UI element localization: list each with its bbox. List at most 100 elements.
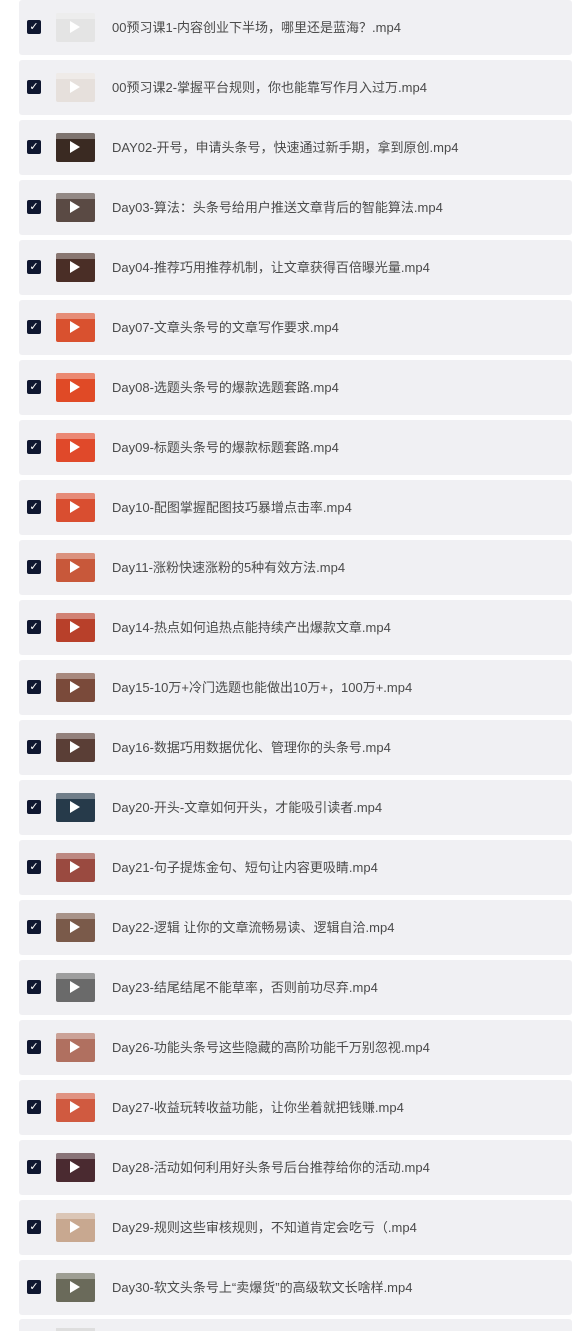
video-thumbnail[interactable] [56, 13, 95, 42]
checkbox-checked[interactable]: ✓ [27, 260, 41, 274]
file-name: Day26-功能头条号这些隐藏的高阶功能千万别忽视.mp4 [112, 1040, 430, 1055]
file-row[interactable]: ✓ Day20-开头-文章如何开头，才能吸引读者.mp4 [19, 780, 572, 835]
file-row[interactable]: ✓ Day07-文章头条号的文章写作要求.mp4 [19, 300, 572, 355]
thumbnail-header-strip [56, 193, 95, 199]
checkbox-checked[interactable]: ✓ [27, 680, 41, 694]
thumbnail-header-strip [56, 373, 95, 379]
video-thumbnail[interactable] [56, 613, 95, 642]
file-name: Day22-逻辑 让你的文章流畅易读、逻辑自洽.mp4 [112, 920, 395, 935]
video-thumbnail[interactable] [56, 973, 95, 1002]
file-name: DAY02-开号，申请头条号，快速通过新手期，拿到原创.mp4 [112, 140, 459, 155]
file-row[interactable]: ✓ Day03-算法：头条号给用户推送文章背后的智能算法.mp4 [19, 180, 572, 235]
thumbnail-header-strip [56, 73, 95, 79]
file-row[interactable]: ✓ Day28-活动如何利用好头条号后台推荐给你的活动.mp4 [19, 1140, 572, 1195]
file-row[interactable]: ✓ Day23-结尾结尾不能草率，否则前功尽弃.mp4 [19, 960, 572, 1015]
video-thumbnail[interactable] [56, 1153, 95, 1182]
checkbox-checked[interactable]: ✓ [27, 860, 41, 874]
thumbnail-header-strip [56, 133, 95, 139]
video-thumbnail[interactable] [56, 853, 95, 882]
checkbox-checked[interactable]: ✓ [27, 740, 41, 754]
file-row[interactable]: ✓ Day16-数据巧用数据优化、管理你的头条号.mp4 [19, 720, 572, 775]
file-row-partial[interactable] [19, 1319, 572, 1331]
file-row[interactable]: ✓ Day29-规则这些审核规则，不知道肯定会吃亏（.mp4 [19, 1200, 572, 1255]
file-row[interactable]: ✓ Day11-涨粉快速涨粉的5种有效方法.mp4 [19, 540, 572, 595]
video-thumbnail[interactable] [56, 193, 95, 222]
checkbox-checked[interactable]: ✓ [27, 1160, 41, 1174]
play-icon [70, 1281, 80, 1293]
play-icon [70, 861, 80, 873]
file-row[interactable]: ✓ DAY02-开号，申请头条号，快速通过新手期，拿到原创.mp4 [19, 120, 572, 175]
checkbox-checked[interactable]: ✓ [27, 140, 41, 154]
video-thumbnail[interactable] [56, 1273, 95, 1302]
file-row[interactable]: ✓ Day30-软文头条号上“卖爆货”的高级软文长啥样.mp4 [19, 1260, 572, 1315]
file-name: Day08-选题头条号的爆款选题套路.mp4 [112, 380, 339, 395]
file-row[interactable]: ✓ Day14-热点如何追热点能持续产出爆款文章.mp4 [19, 600, 572, 655]
file-row[interactable]: ✓ 00预习课2-掌握平台规则，你也能靠写作月入过万.mp4 [19, 60, 572, 115]
file-name: Day09-标题头条号的爆款标题套路.mp4 [112, 440, 339, 455]
file-name: Day20-开头-文章如何开头，才能吸引读者.mp4 [112, 800, 383, 815]
play-icon [70, 681, 80, 693]
file-row[interactable]: ✓ Day08-选题头条号的爆款选题套路.mp4 [19, 360, 572, 415]
file-row[interactable]: ✓ Day09-标题头条号的爆款标题套路.mp4 [19, 420, 572, 475]
checkbox-checked[interactable]: ✓ [27, 440, 41, 454]
thumbnail-header-strip [56, 13, 95, 19]
play-icon [70, 81, 80, 93]
file-row[interactable]: ✓ Day22-逻辑 让你的文章流畅易读、逻辑自洽.mp4 [19, 900, 572, 955]
video-thumbnail[interactable] [56, 133, 95, 162]
checkbox-checked[interactable]: ✓ [27, 1040, 41, 1054]
video-thumbnail[interactable] [56, 1093, 95, 1122]
checkbox-checked[interactable]: ✓ [27, 500, 41, 514]
video-thumbnail[interactable] [56, 553, 95, 582]
video-thumbnail[interactable] [56, 1213, 95, 1242]
play-icon [70, 501, 80, 513]
file-row[interactable]: ✓ Day27-收益玩转收益功能，让你坐着就把钱赚.mp4 [19, 1080, 572, 1135]
file-name: Day16-数据巧用数据优化、管理你的头条号.mp4 [112, 740, 391, 755]
file-name: Day11-涨粉快速涨粉的5种有效方法.mp4 [112, 560, 346, 575]
video-thumbnail[interactable] [56, 673, 95, 702]
thumbnail-header-strip [56, 493, 95, 499]
checkbox-checked[interactable]: ✓ [27, 560, 41, 574]
play-icon [70, 981, 80, 993]
thumbnail-header-strip [56, 1213, 95, 1219]
checkbox-checked[interactable]: ✓ [27, 200, 41, 214]
checkbox-checked[interactable]: ✓ [27, 320, 41, 334]
file-row[interactable]: ✓ Day10-配图掌握配图技巧暴增点击率.mp4 [19, 480, 572, 535]
checkbox-checked[interactable]: ✓ [27, 800, 41, 814]
play-icon [70, 921, 80, 933]
file-row[interactable]: ✓ Day04-推荐巧用推荐机制，让文章获得百倍曝光量.mp4 [19, 240, 572, 295]
file-row[interactable]: ✓ Day15-10万+冷门选题也能做出10万+，100万+.mp4 [19, 660, 572, 715]
file-name: Day04-推荐巧用推荐机制，让文章获得百倍曝光量.mp4 [112, 260, 430, 275]
file-name: Day03-算法：头条号给用户推送文章背后的智能算法.mp4 [112, 200, 443, 215]
play-icon [70, 381, 80, 393]
checkbox-checked[interactable]: ✓ [27, 1100, 41, 1114]
thumbnail-header-strip [56, 313, 95, 319]
checkbox-checked[interactable]: ✓ [27, 1220, 41, 1234]
checkbox-checked[interactable]: ✓ [27, 380, 41, 394]
video-thumbnail[interactable] [56, 1033, 95, 1062]
checkbox-checked[interactable]: ✓ [27, 980, 41, 994]
file-row[interactable]: ✓ Day26-功能头条号这些隐藏的高阶功能千万别忽视.mp4 [19, 1020, 572, 1075]
file-name: Day14-热点如何追热点能持续产出爆款文章.mp4 [112, 620, 391, 635]
play-icon [70, 1161, 80, 1173]
thumbnail-header-strip [56, 1093, 95, 1099]
video-thumbnail[interactable] [56, 793, 95, 822]
video-thumbnail[interactable] [56, 913, 95, 942]
file-row[interactable]: ✓ Day21-句子提炼金句、短句让内容更吸睛.mp4 [19, 840, 572, 895]
video-thumbnail[interactable] [56, 493, 95, 522]
video-thumbnail[interactable] [56, 433, 95, 462]
video-thumbnail[interactable] [56, 313, 95, 342]
video-thumbnail[interactable] [56, 733, 95, 762]
file-name: Day10-配图掌握配图技巧暴增点击率.mp4 [112, 500, 352, 515]
checkbox-checked[interactable]: ✓ [27, 80, 41, 94]
file-row[interactable]: ✓ 00预习课1-内容创业下半场，哪里还是蓝海？.mp4 [19, 0, 572, 55]
checkbox-checked[interactable]: ✓ [27, 620, 41, 634]
video-thumbnail[interactable] [56, 73, 95, 102]
thumbnail-header-strip [56, 973, 95, 979]
play-icon [70, 21, 80, 33]
checkbox-checked[interactable]: ✓ [27, 20, 41, 34]
video-thumbnail[interactable] [56, 253, 95, 282]
video-thumbnail[interactable] [56, 373, 95, 402]
file-name: Day15-10万+冷门选题也能做出10万+，100万+.mp4 [112, 680, 413, 695]
checkbox-checked[interactable]: ✓ [27, 1280, 41, 1294]
checkbox-checked[interactable]: ✓ [27, 920, 41, 934]
